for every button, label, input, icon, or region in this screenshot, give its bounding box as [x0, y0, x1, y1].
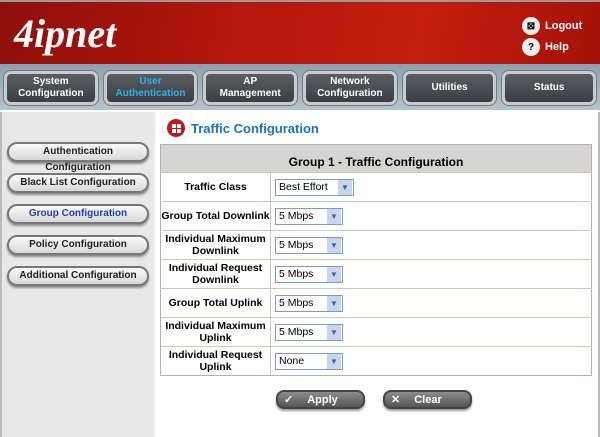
row-value-cell: 5 Mbps ▼: [270, 317, 592, 347]
close-icon: ✕: [391, 394, 401, 406]
main-content: Traffic Configuration Group 1 - Traffic …: [155, 112, 600, 437]
row-select[interactable]: Best Effort ▼: [275, 178, 354, 196]
row-value-cell: 5 Mbps ▼: [270, 230, 592, 260]
page-title: Traffic Configuration: [167, 119, 319, 137]
sidebar-item-authentication-configuration[interactable]: Authentication Configuration: [7, 142, 149, 173]
row-value-cell: 5 Mbps ▼: [270, 288, 592, 318]
traffic-config-table: Group 1 - Traffic Configuration Traffic …: [160, 144, 592, 376]
chevron-down-icon: ▼: [327, 353, 341, 369]
sidebar-item-policy-configuration[interactable]: Policy Configuration: [7, 235, 149, 255]
sidebar-item-group-configuration[interactable]: Group Configuration: [7, 204, 149, 224]
row-value-cell: None ▼: [270, 346, 592, 376]
row-label: Individual Request Uplink: [160, 346, 271, 376]
help-link[interactable]: ? Help: [522, 38, 569, 56]
chevron-down-icon: ▼: [327, 266, 341, 282]
row-select[interactable]: 5 Mbps ▼: [275, 265, 343, 283]
row-label: Group Total Uplink: [160, 288, 271, 318]
main-nav: System Configuration User Authentication A…: [0, 64, 600, 110]
tab-utilities[interactable]: Utilities: [402, 71, 497, 105]
help-icon: ?: [522, 38, 540, 56]
select-value: None: [279, 355, 305, 367]
grid-icon: [167, 119, 185, 137]
header: 4ipnet ⊠ Logout ? Help: [0, 0, 600, 64]
row-label: Individual Request Downlink: [160, 259, 271, 289]
table-row: Traffic Class Best Effort ▼: [160, 172, 592, 202]
chevron-down-icon: ▼: [327, 295, 341, 311]
tab-status[interactable]: Status: [502, 71, 597, 105]
page-title-text: Traffic Configuration: [191, 120, 319, 136]
help-label: Help: [545, 41, 569, 53]
row-value-cell: 5 Mbps ▼: [270, 201, 592, 231]
row-select[interactable]: 5 Mbps ▼: [275, 207, 343, 225]
row-value-cell: 5 Mbps ▼: [270, 259, 592, 289]
logo: 4ipnet: [14, 11, 117, 56]
chevron-down-icon: ▼: [327, 208, 341, 224]
table-row: Individual Maximum Uplink 5 Mbps ▼: [160, 317, 592, 347]
apply-button[interactable]: ✓ Apply: [276, 390, 365, 409]
row-value-cell: Best Effort ▼: [270, 172, 592, 202]
row-label: Individual Maximum Downlink: [160, 230, 271, 260]
table-row: Individual Request Uplink None ▼: [160, 346, 592, 376]
chevron-down-icon: ▼: [327, 237, 341, 253]
logout-link[interactable]: ⊠ Logout: [522, 17, 582, 35]
clear-button[interactable]: ✕ Clear: [383, 390, 472, 409]
tab-system-configuration[interactable]: System Configuration: [4, 71, 98, 105]
sidebar-item-black-list-configuration[interactable]: Black List Configuration: [7, 173, 149, 193]
row-select[interactable]: 5 Mbps ▼: [275, 236, 343, 254]
chevron-down-icon: ▼: [338, 179, 352, 195]
select-value: 5 Mbps: [279, 210, 314, 222]
logout-icon: ⊠: [522, 17, 540, 35]
row-label: Group Total Downlink: [160, 201, 271, 231]
row-label: Traffic Class: [160, 172, 271, 202]
tab-network-configuration[interactable]: Network Configuration: [303, 71, 397, 105]
table-title: Group 1 - Traffic Configuration: [160, 144, 592, 173]
table-row: Group Total Downlink 5 Mbps ▼: [160, 201, 592, 231]
check-icon: ✓: [284, 394, 294, 406]
table-row: Individual Request Downlink 5 Mbps ▼: [160, 259, 592, 289]
row-select[interactable]: 5 Mbps ▼: [275, 323, 343, 341]
tab-ap-management[interactable]: AP Management: [203, 71, 298, 105]
row-select[interactable]: None ▼: [275, 352, 343, 370]
chevron-down-icon: ▼: [327, 324, 341, 340]
sidebar: Authentication Configuration Black List …: [0, 112, 155, 437]
select-value: Best Effort: [279, 181, 328, 193]
table-row: Individual Maximum Downlink 5 Mbps ▼: [160, 230, 592, 260]
select-value: 5 Mbps: [279, 268, 314, 280]
select-value: 5 Mbps: [279, 239, 314, 251]
row-select[interactable]: 5 Mbps ▼: [275, 294, 343, 312]
sidebar-item-additional-configuration[interactable]: Additional Configuration: [7, 266, 149, 286]
logout-label: Logout: [545, 20, 583, 32]
select-value: 5 Mbps: [279, 297, 314, 309]
select-value: 5 Mbps: [279, 326, 314, 338]
table-row: Group Total Uplink 5 Mbps ▼: [160, 288, 592, 318]
row-label: Individual Maximum Uplink: [160, 317, 271, 347]
tab-user-authentication[interactable]: User Authentication: [103, 71, 198, 105]
